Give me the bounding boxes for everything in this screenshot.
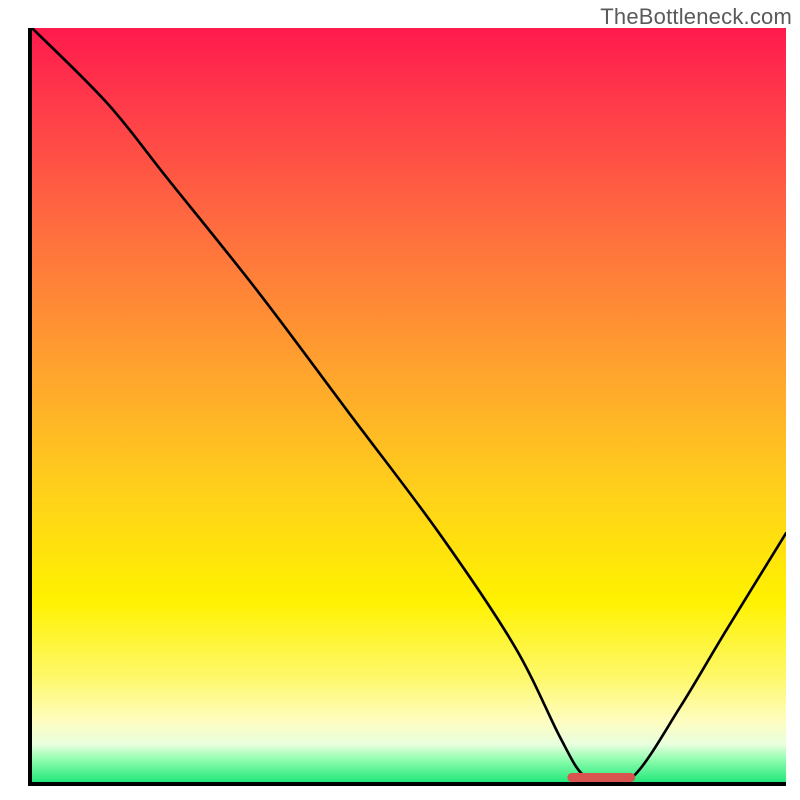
optimal-marker-rect	[567, 773, 635, 782]
chart-frame: TheBottleneck.com	[0, 0, 800, 800]
optimal-marker	[32, 28, 786, 782]
plot-area	[28, 28, 786, 786]
watermark-text: TheBottleneck.com	[600, 4, 792, 30]
